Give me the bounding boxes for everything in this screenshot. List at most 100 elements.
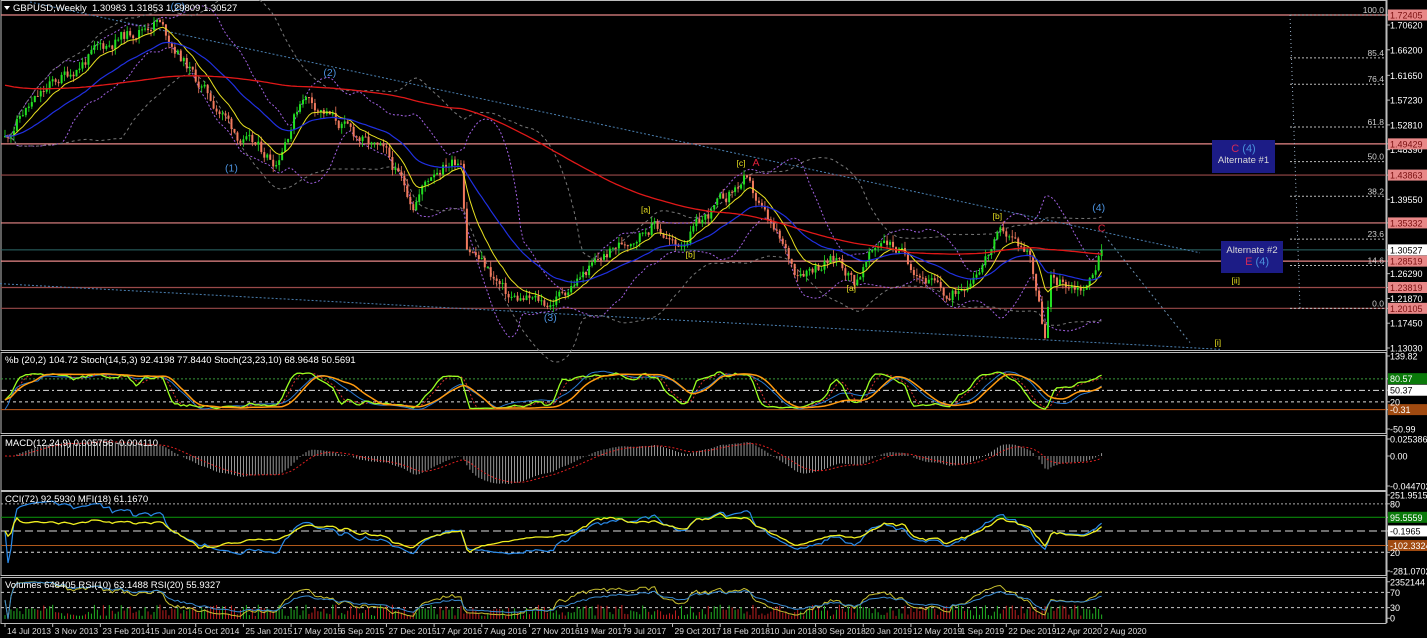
- candle: [483, 257, 486, 268]
- candle: [626, 244, 629, 247]
- candle: [66, 71, 69, 77]
- ma-mid-line: [4, 41, 1102, 283]
- time-tick-label: 27 Dec 2015: [388, 626, 436, 636]
- candle: [352, 126, 355, 137]
- fib-level-label: 38.2: [1367, 186, 1384, 196]
- candle: [465, 208, 468, 250]
- candle: [361, 136, 364, 142]
- candle: [51, 79, 54, 82]
- candle: [96, 44, 99, 46]
- alternate-1-box: C (4) Alternate #1: [1212, 140, 1275, 173]
- axis-label: 95.5559: [1390, 513, 1423, 523]
- candle: [340, 123, 343, 129]
- chart-canvas[interactable]: 100.085.476.461.850.038.223.614.60.0(C)(…: [0, 0, 1427, 638]
- candle: [337, 120, 340, 129]
- candle: [754, 193, 757, 201]
- time-tick-label: 27 Nov 2016: [531, 626, 579, 636]
- candle: [716, 198, 719, 206]
- time-tick-label: 7 Aug 2016: [484, 626, 527, 636]
- candle: [415, 201, 418, 211]
- time-tick-label: 10 Jun 2018: [770, 626, 817, 636]
- wave-label: [ii]: [1231, 276, 1240, 286]
- candle: [623, 244, 626, 246]
- candle: [725, 198, 728, 203]
- cci-line: [4, 512, 1102, 553]
- candle: [117, 39, 120, 41]
- candle: [489, 267, 492, 277]
- candle: [775, 229, 778, 231]
- candle: [924, 278, 927, 284]
- candle: [263, 152, 266, 158]
- candle: [629, 244, 632, 247]
- candle: [1088, 278, 1091, 286]
- candle: [1041, 301, 1044, 324]
- axis-label: 0: [1390, 614, 1395, 624]
- candle: [671, 239, 674, 241]
- candle: [1032, 256, 1035, 275]
- candle: [78, 68, 81, 70]
- candle: [355, 136, 358, 138]
- candle: [892, 241, 895, 248]
- candle: [486, 267, 489, 269]
- candle: [805, 270, 808, 277]
- candle: [84, 62, 87, 65]
- candle: [54, 79, 57, 82]
- chart-header: GBPUSD,Weekly 1.30983 1.31853 1.29809 1.…: [4, 3, 237, 14]
- axis-label: 20: [1390, 397, 1400, 407]
- candle: [939, 282, 942, 288]
- candle: [734, 187, 737, 192]
- candle: [501, 282, 504, 285]
- candle: [453, 159, 456, 166]
- projection-line: [1104, 235, 1191, 343]
- candle: [272, 159, 275, 167]
- candle: [829, 255, 832, 264]
- candle: [981, 265, 984, 273]
- time-tick-label: 19 Mar 2017: [579, 626, 627, 636]
- candle: [617, 242, 620, 249]
- candle: [731, 191, 734, 193]
- candle: [212, 100, 215, 109]
- candle: [227, 115, 230, 119]
- alternate-label: Alternate #2: [1226, 245, 1278, 256]
- candle: [170, 43, 173, 47]
- candle: [1055, 277, 1058, 286]
- candle: [93, 45, 96, 50]
- candle: [510, 296, 513, 298]
- candle: [772, 222, 775, 230]
- candle: [1097, 256, 1100, 271]
- time-tick-label: 5 Oct 2014: [198, 626, 240, 636]
- candle: [316, 110, 319, 112]
- candle: [680, 245, 683, 247]
- candle: [203, 84, 206, 87]
- candle: [811, 268, 814, 273]
- candle: [602, 254, 605, 260]
- axis-label: 139.82: [1390, 352, 1418, 362]
- candle: [1014, 237, 1017, 239]
- candle: [644, 232, 647, 234]
- bollinger-upper: [4, 4, 1102, 292]
- candle: [969, 283, 972, 288]
- candle: [451, 159, 453, 167]
- wave-label: [b]: [993, 211, 1002, 221]
- candle: [275, 165, 278, 167]
- candle: [656, 221, 659, 229]
- candle: [704, 214, 707, 220]
- candle: [856, 279, 859, 286]
- candle: [57, 81, 60, 84]
- candle: [430, 177, 433, 181]
- candle: [400, 171, 403, 176]
- candle: [1035, 274, 1038, 291]
- axis-label: 1.70620: [1390, 21, 1423, 31]
- candle: [996, 232, 999, 240]
- symbol-menu-icon[interactable]: [4, 6, 10, 10]
- candle: [927, 279, 930, 284]
- candle: [525, 295, 528, 301]
- time-tick-label: 22 Dec 2019: [1008, 626, 1056, 636]
- time-tick-label: 9 Jul 2017: [627, 626, 666, 636]
- candle: [349, 123, 352, 127]
- candle: [108, 45, 111, 47]
- candle: [1026, 250, 1029, 252]
- candle: [751, 180, 754, 194]
- candle: [24, 107, 27, 116]
- candle: [820, 269, 823, 271]
